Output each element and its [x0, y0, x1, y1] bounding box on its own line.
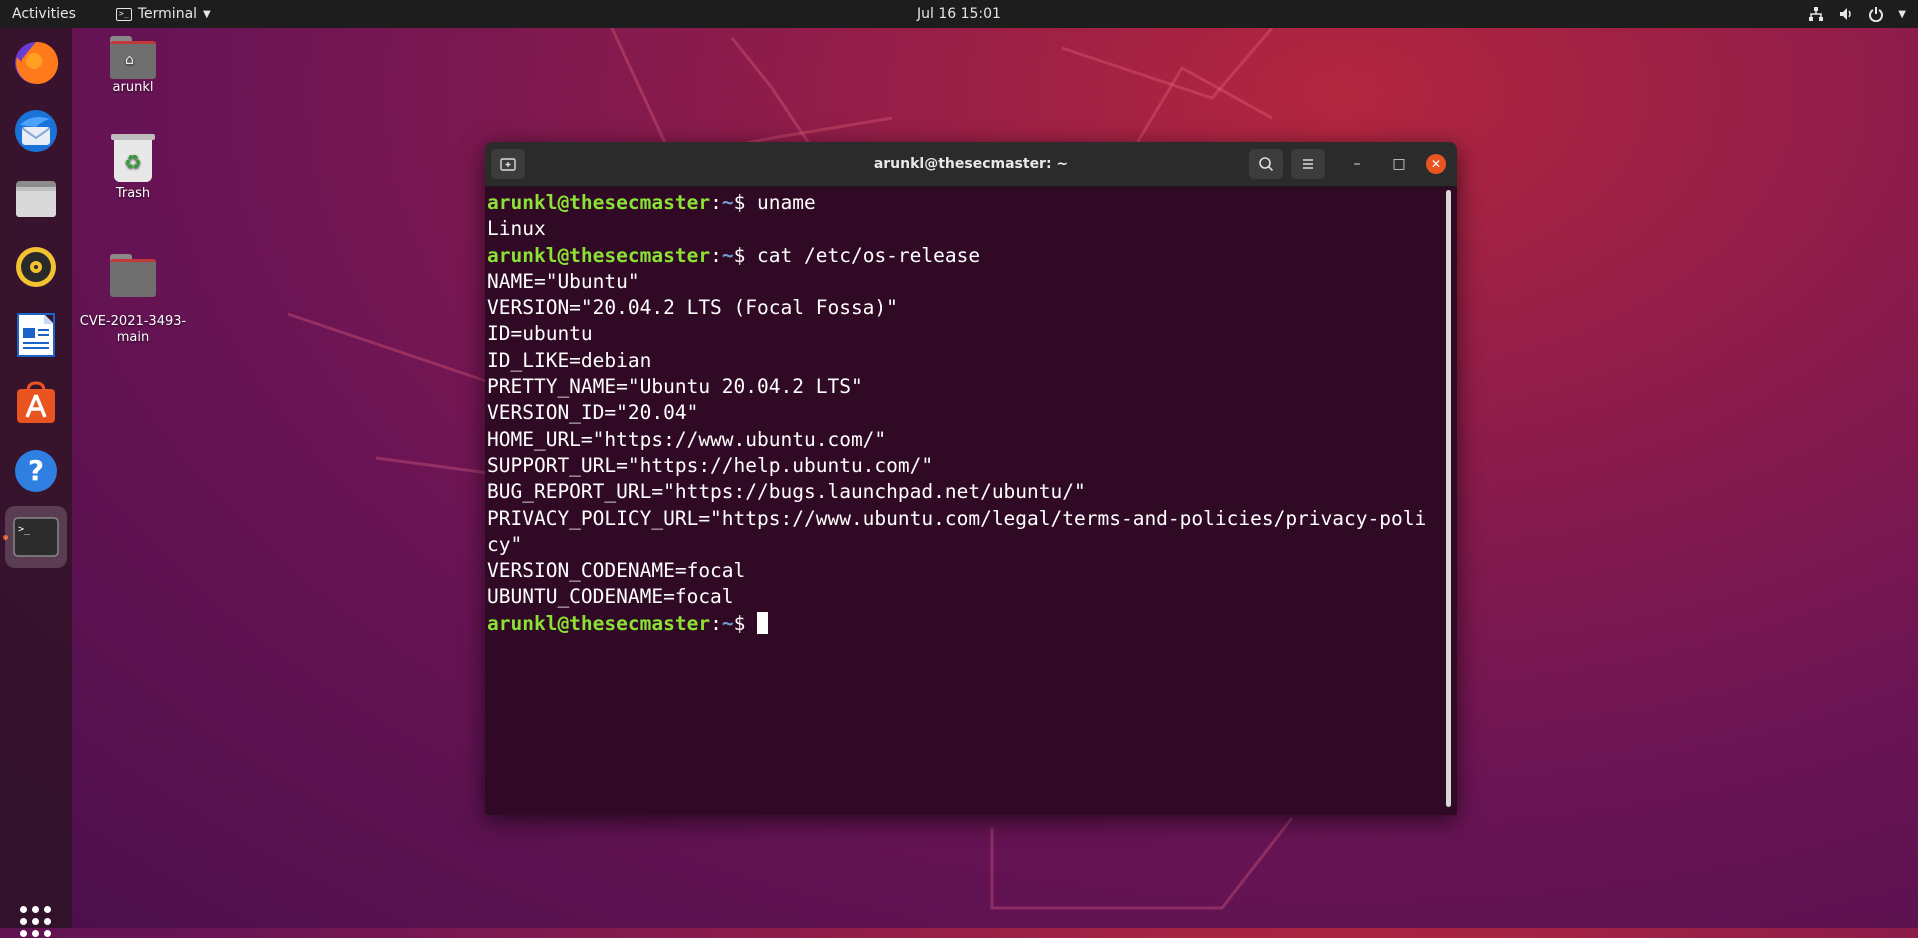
thunderbird-icon [15, 110, 57, 152]
terminal-prompt-line: arunkl@thesecmaster:~$ cat /etc/os-relea… [487, 243, 1443, 269]
grid-icon [20, 906, 27, 913]
prompt-symbol: $ [733, 611, 758, 635]
top-bar: Activities >_ Terminal ▼ Jul 16 15:01 ▼ [0, 0, 1918, 28]
search-button[interactable] [1249, 149, 1283, 179]
firefox-icon [15, 41, 59, 84]
terminal-command: cat /etc/os-release [757, 243, 981, 267]
volume-icon [1840, 8, 1852, 20]
dock-software[interactable] [11, 378, 61, 428]
terminal-output-line: UBUNTU_CODENAME=focal [487, 585, 734, 609]
terminal-output-line: PRIVACY_POLICY_URL="https://www.ubuntu.c… [487, 506, 1427, 530]
terminal-output[interactable]: arunkl@thesecmaster:~$ uname Linux arunkl@… [485, 187, 1443, 815]
dock-help[interactable]: ? [11, 446, 61, 496]
prompt-user-host: arunkl@thesecmaster [487, 191, 711, 214]
terminal-output-line: VERSION="20.04.2 LTS (Focal Fossa)" [487, 296, 898, 320]
folder-icon [110, 254, 156, 297]
clock[interactable]: Jul 16 15:01 [917, 6, 1001, 22]
dock-rhythmbox[interactable] [11, 242, 61, 292]
trash-icon: ♻ [111, 134, 155, 182]
terminal-small-icon: >_ [115, 7, 132, 21]
close-icon: ✕ [1430, 157, 1442, 171]
writer-icon [17, 313, 55, 357]
dock-terminal[interactable]: >_ [5, 506, 67, 568]
new-tab-button[interactable] [491, 149, 525, 179]
show-applications-button[interactable] [20, 906, 52, 938]
terminal-output-line: HOME_URL="https://www.ubuntu.com/" [487, 427, 887, 451]
desktop-icon-label: Trash [115, 186, 151, 201]
prompt-user-host: arunkl@thesecmaster [487, 611, 711, 635]
prompt-path: ~ [721, 611, 734, 635]
prompt-symbol: $ [733, 243, 758, 267]
terminal-cursor [757, 611, 769, 634]
maximize-button[interactable]: □ [1389, 154, 1409, 174]
hamburger-menu-icon [1303, 159, 1313, 169]
prompt-symbol: $ [733, 191, 758, 214]
dock: ? >_ [0, 28, 72, 937]
prompt-path: ~ [721, 243, 734, 267]
dock-writer[interactable] [11, 310, 61, 360]
files-icon [16, 181, 56, 217]
svg-text:?: ? [28, 454, 44, 487]
terminal-window[interactable]: arunkl@thesecmaster: ~ – □ ✕ arunkl@thes… [485, 142, 1457, 815]
terminal-icon: >_ [13, 517, 59, 557]
hamburger-menu-button[interactable] [1291, 149, 1325, 179]
terminal-prompt-line: arunkl@thesecmaster:~$ [487, 611, 1443, 637]
dock-files[interactable] [11, 174, 61, 224]
search-icon [1259, 157, 1274, 172]
prompt-separator: : [710, 611, 722, 635]
system-status-menu[interactable]: ▼ [1808, 0, 1906, 28]
terminal-output-line: Linux [487, 217, 546, 241]
app-menu-label: Terminal [137, 6, 198, 22]
help-icon: ? [15, 450, 57, 492]
chevron-down-icon: ▼ [203, 8, 211, 20]
desktop-icon-label: arunkl [112, 80, 154, 95]
prompt-separator: : [710, 191, 722, 214]
terminal-output-line: SUPPORT_URL="https://help.ubuntu.com/" [487, 453, 934, 477]
terminal-output-line: VERSION_CODENAME=focal [487, 559, 746, 583]
software-icon [17, 381, 55, 423]
scrollbar[interactable] [1446, 190, 1451, 807]
dock-thunderbird[interactable] [11, 106, 61, 156]
terminal-output-line: ID_LIKE=debian [487, 348, 652, 372]
prompt-path: ~ [721, 191, 734, 214]
terminal-output-line: cy" [487, 532, 523, 556]
terminal-command: uname [757, 191, 816, 214]
desktop-icon-home[interactable]: ⌂ arunkl [78, 36, 188, 95]
close-button[interactable]: ✕ [1426, 154, 1446, 174]
new-tab-icon [500, 158, 516, 171]
chevron-down-icon: ▼ [1898, 8, 1906, 20]
terminal-output-line: NAME="Ubuntu" [487, 269, 640, 293]
desktop-icon-trash[interactable]: ♻ Trash [78, 134, 188, 201]
app-menu[interactable]: >_ Terminal ▼ [115, 0, 211, 28]
terminal-output-line: ID=ubuntu [487, 322, 593, 346]
desktop-icon-cve-folder[interactable]: CVE-2021-3493- main [78, 238, 188, 362]
rhythmbox-icon [16, 247, 56, 287]
terminal-output-line: PRETTY_NAME="Ubuntu 20.04.2 LTS" [487, 375, 863, 399]
power-icon [1869, 7, 1884, 22]
desktop-icon-label: CVE-2021-3493- main [79, 314, 187, 345]
maximize-icon: □ [1392, 156, 1406, 172]
terminal-output-line: VERSION_ID="20.04" [487, 401, 699, 425]
network-icon [1809, 7, 1824, 21]
minimize-button[interactable]: – [1347, 154, 1367, 174]
minimize-icon: – [1353, 156, 1361, 172]
terminal-prompt-line: arunkl@thesecmaster:~$ uname [487, 190, 1443, 216]
activities-button[interactable]: Activities [0, 0, 88, 28]
svg-text:>_: >_ [18, 524, 31, 535]
prompt-separator: : [710, 243, 722, 267]
prompt-user-host: arunkl@thesecmaster [487, 243, 711, 267]
home-folder-icon: ⌂ [110, 36, 156, 79]
dock-firefox[interactable] [11, 38, 61, 88]
terminal-titlebar[interactable]: arunkl@thesecmaster: ~ – □ ✕ [485, 142, 1457, 187]
terminal-output-line: BUG_REPORT_URL="https://bugs.launchpad.n… [487, 480, 1086, 504]
